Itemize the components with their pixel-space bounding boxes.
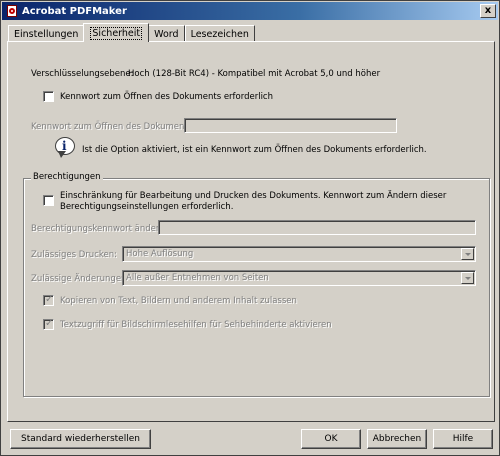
restore-defaults-button[interactable]: Standard wiederherstellen: [10, 429, 151, 449]
restrict-editing-label-line1: Einschränkung für Bearbeitung und Drucke…: [60, 191, 447, 201]
allowed-changes-value: Alle außer Entnehmen von Seiten: [126, 273, 269, 283]
restrict-editing-label-line2: Berechtigungseinstellungen erforderlich.: [60, 202, 234, 212]
restrict-editing-checkbox[interactable]: [43, 195, 54, 206]
open-password-field-label: Kennwort zum Öffnen des Dokuments:: [31, 122, 195, 132]
screen-reader-access-label: Textzugriff für Bildschirmlesehilfen für…: [60, 320, 332, 330]
permissions-group-label: Berechtigungen: [31, 172, 103, 182]
security-tab-panel: Verschlüsselungsebene: Hoch (128-Bit RC4…: [7, 41, 495, 422]
encryption-level-label: Verschlüsselungsebene:: [31, 69, 134, 79]
dialog-window: Acrobat PDFMaker x Einstellungen Sicherh…: [0, 0, 500, 456]
tab-strip: Einstellungen Sicherheit Word Lesezeiche…: [8, 23, 255, 42]
require-open-password-label: Kennwort zum Öffnen des Dokuments erford…: [60, 92, 273, 102]
permissions-password-label: Berechtigungskennwort ändern:: [31, 224, 168, 234]
checkmark-icon: ✓: [45, 318, 54, 329]
chevron-down-icon[interactable]: [461, 272, 474, 284]
chevron-down-icon[interactable]: [461, 248, 474, 260]
allow-copy-checkbox[interactable]: ✓: [43, 294, 54, 306]
allowed-printing-select[interactable]: Hohe Auflösung: [122, 246, 476, 262]
encryption-level-value: Hoch (128-Bit RC4) - Kompatibel mit Acro…: [128, 69, 381, 79]
permissions-password-field[interactable]: [158, 220, 476, 235]
info-text: Ist die Option aktiviert, ist ein Kennwo…: [82, 145, 427, 155]
tab-lesezeichen[interactable]: Lesezeichen: [184, 25, 255, 42]
ok-button[interactable]: OK: [301, 429, 361, 449]
screen-reader-access-checkbox[interactable]: ✓: [43, 318, 54, 330]
tab-word[interactable]: Word: [148, 25, 185, 42]
require-open-password-checkbox[interactable]: [43, 91, 54, 102]
checkmark-icon: ✓: [45, 294, 54, 305]
allowed-printing-value: Hohe Auflösung: [126, 249, 194, 259]
open-password-field[interactable]: [184, 118, 397, 133]
allow-copy-label: Kopieren von Text, Bildern und anderem I…: [60, 296, 297, 306]
allowed-changes-label: Zulässige Änderungen:: [31, 274, 130, 284]
close-button[interactable]: x: [480, 4, 496, 18]
allowed-changes-select[interactable]: Alle außer Entnehmen von Seiten: [122, 270, 476, 286]
tab-sicherheit[interactable]: Sicherheit: [83, 23, 150, 42]
tab-einstellungen[interactable]: Einstellungen: [8, 25, 85, 42]
title-bar[interactable]: Acrobat PDFMaker x: [2, 2, 498, 20]
window-title: Acrobat PDFMaker: [22, 5, 127, 17]
acrobat-pdfmaker-icon: [6, 5, 18, 17]
cancel-button[interactable]: Abbrechen: [367, 429, 427, 449]
help-button[interactable]: Hilfe: [433, 429, 493, 449]
info-icon: i: [55, 137, 77, 159]
allowed-printing-label: Zulässiges Drucken:: [31, 250, 117, 260]
